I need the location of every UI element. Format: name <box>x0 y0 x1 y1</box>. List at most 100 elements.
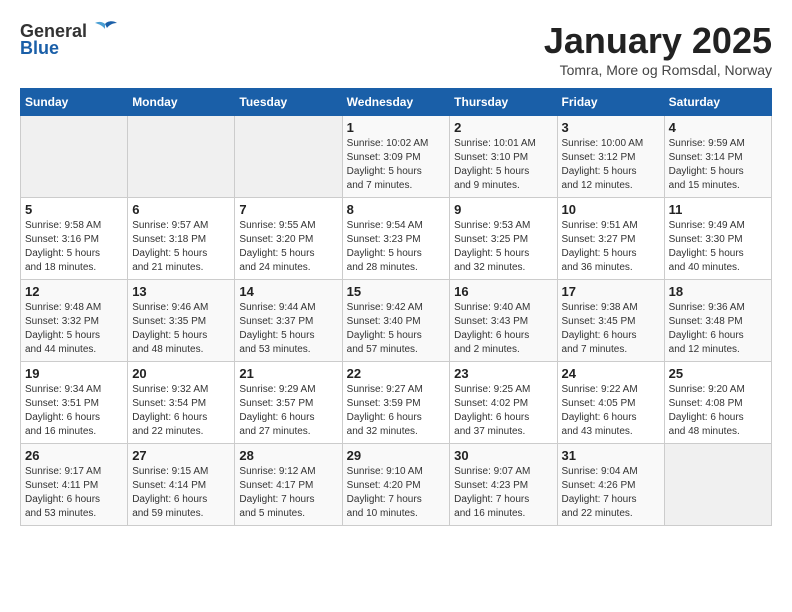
day-number: 18 <box>669 284 767 299</box>
day-number: 5 <box>25 202 123 217</box>
day-number: 15 <box>347 284 446 299</box>
month-title: January 2025 <box>544 20 772 62</box>
day-info: Sunrise: 9:40 AM Sunset: 3:43 PM Dayligh… <box>454 301 552 357</box>
day-number: 20 <box>132 366 230 381</box>
day-number: 28 <box>239 448 337 463</box>
day-info: Sunrise: 9:57 AM Sunset: 3:18 PM Dayligh… <box>132 219 230 275</box>
day-info: Sunrise: 9:48 AM Sunset: 3:32 PM Dayligh… <box>25 301 123 357</box>
day-number: 22 <box>347 366 446 381</box>
title-area: January 2025 Tomra, More og Romsdal, Nor… <box>544 20 772 78</box>
table-row: 19Sunrise: 9:34 AM Sunset: 3:51 PM Dayli… <box>21 362 128 444</box>
day-info: Sunrise: 9:10 AM Sunset: 4:20 PM Dayligh… <box>347 465 446 521</box>
table-row: 3Sunrise: 10:00 AM Sunset: 3:12 PM Dayli… <box>557 116 664 198</box>
day-number: 26 <box>25 448 123 463</box>
table-row: 31 Sunrise: 9:04 AM Sunset: 4:26 PM Dayli… <box>557 444 664 526</box>
day-info: Sunrise: 9:36 AM Sunset: 3:48 PM Dayligh… <box>669 301 767 357</box>
day-info: Sunrise: 9:53 AM Sunset: 3:25 PM Dayligh… <box>454 219 552 275</box>
table-row: 7 Sunrise: 9:55 AM Sunset: 3:20 PM Daylig… <box>235 198 342 280</box>
day-info: Sunrise: 9:59 AM Sunset: 3:14 PM Dayligh… <box>669 137 767 193</box>
table-row: 21Sunrise: 9:29 AM Sunset: 3:57 PM Dayli… <box>235 362 342 444</box>
day-info: Sunrise: 9:17 AM Sunset: 4:11 PM Dayligh… <box>25 465 123 521</box>
day-info: Sunrise: 9:22 AM Sunset: 4:05 PM Dayligh… <box>562 383 660 439</box>
logo-bird-icon <box>91 20 119 42</box>
day-info: Sunrise: 9:25 AM Sunset: 4:02 PM Dayligh… <box>454 383 552 439</box>
day-info: Sunrise: 9:42 AM Sunset: 3:40 PM Dayligh… <box>347 301 446 357</box>
table-row: 1 Sunrise: 10:02 AM Sunset: 3:09 PM Dayli… <box>342 116 450 198</box>
table-row: 2 Sunrise: 10:01 AM Sunset: 3:10 PM Dayli… <box>450 116 557 198</box>
header-tuesday: Tuesday <box>235 89 342 116</box>
table-row: 8Sunrise: 9:54 AM Sunset: 3:23 PM Daylig… <box>342 198 450 280</box>
table-row <box>21 116 128 198</box>
day-info: Sunrise: 9:04 AM Sunset: 4:26 PM Dayligh… <box>562 465 660 521</box>
table-row <box>235 116 342 198</box>
day-number: 4 <box>669 120 767 135</box>
day-info: Sunrise: 10:00 AM Sunset: 3:12 PM Daylig… <box>562 137 660 193</box>
table-row: 20 Sunrise: 9:32 AM Sunset: 3:54 PM Dayli… <box>128 362 235 444</box>
table-row: 24 Sunrise: 9:22 AM Sunset: 4:05 PM Dayli… <box>557 362 664 444</box>
table-row: 22 Sunrise: 9:27 AM Sunset: 3:59 PM Dayli… <box>342 362 450 444</box>
table-row: 9Sunrise: 9:53 AM Sunset: 3:25 PM Daylig… <box>450 198 557 280</box>
table-row: 11Sunrise: 9:49 AM Sunset: 3:30 PM Dayli… <box>664 198 771 280</box>
day-info: Sunrise: 9:32 AM Sunset: 3:54 PM Dayligh… <box>132 383 230 439</box>
calendar-week-row: 1 Sunrise: 10:02 AM Sunset: 3:09 PM Dayli… <box>21 116 772 198</box>
day-info: Sunrise: 9:55 AM Sunset: 3:20 PM Dayligh… <box>239 219 337 275</box>
day-info: Sunrise: 9:46 AM Sunset: 3:35 PM Dayligh… <box>132 301 230 357</box>
logo-blue: Blue <box>20 38 59 59</box>
day-number: 8 <box>347 202 446 217</box>
table-row: 13Sunrise: 9:46 AM Sunset: 3:35 PM Dayli… <box>128 280 235 362</box>
day-number: 21 <box>239 366 337 381</box>
table-row: 30 Sunrise: 9:07 AM Sunset: 4:23 PM Dayli… <box>450 444 557 526</box>
day-info: Sunrise: 9:49 AM Sunset: 3:30 PM Dayligh… <box>669 219 767 275</box>
day-number: 23 <box>454 366 552 381</box>
day-info: Sunrise: 9:51 AM Sunset: 3:27 PM Dayligh… <box>562 219 660 275</box>
calendar-week-row: 12 Sunrise: 9:48 AM Sunset: 3:32 PM Dayli… <box>21 280 772 362</box>
day-number: 30 <box>454 448 552 463</box>
day-info: Sunrise: 9:07 AM Sunset: 4:23 PM Dayligh… <box>454 465 552 521</box>
day-number: 7 <box>239 202 337 217</box>
table-row: 27Sunrise: 9:15 AM Sunset: 4:14 PM Dayli… <box>128 444 235 526</box>
day-number: 14 <box>239 284 337 299</box>
table-row: 29 Sunrise: 9:10 AM Sunset: 4:20 PM Dayli… <box>342 444 450 526</box>
day-number: 24 <box>562 366 660 381</box>
day-number: 1 <box>347 120 446 135</box>
header-sunday: Sunday <box>21 89 128 116</box>
table-row: 25Sunrise: 9:20 AM Sunset: 4:08 PM Dayli… <box>664 362 771 444</box>
header-monday: Monday <box>128 89 235 116</box>
location-subtitle: Tomra, More og Romsdal, Norway <box>544 62 772 78</box>
day-number: 10 <box>562 202 660 217</box>
day-number: 17 <box>562 284 660 299</box>
table-row: 4 Sunrise: 9:59 AM Sunset: 3:14 PM Daylig… <box>664 116 771 198</box>
table-row: 10 Sunrise: 9:51 AM Sunset: 3:27 PM Dayli… <box>557 198 664 280</box>
logo: General Blue <box>20 20 119 59</box>
page-header: General Blue January 2025 Tomra, More og… <box>20 20 772 78</box>
day-info: Sunrise: 9:15 AM Sunset: 4:14 PM Dayligh… <box>132 465 230 521</box>
day-number: 25 <box>669 366 767 381</box>
day-number: 6 <box>132 202 230 217</box>
day-info: Sunrise: 9:44 AM Sunset: 3:37 PM Dayligh… <box>239 301 337 357</box>
day-info: Sunrise: 9:38 AM Sunset: 3:45 PM Dayligh… <box>562 301 660 357</box>
table-row: 17 Sunrise: 9:38 AM Sunset: 3:45 PM Dayli… <box>557 280 664 362</box>
table-row: 12 Sunrise: 9:48 AM Sunset: 3:32 PM Dayli… <box>21 280 128 362</box>
day-number: 16 <box>454 284 552 299</box>
header-wednesday: Wednesday <box>342 89 450 116</box>
day-number: 29 <box>347 448 446 463</box>
table-row: 14 Sunrise: 9:44 AM Sunset: 3:37 PM Dayli… <box>235 280 342 362</box>
table-row: 18 Sunrise: 9:36 AM Sunset: 3:48 PM Dayli… <box>664 280 771 362</box>
calendar-week-row: 26 Sunrise: 9:17 AM Sunset: 4:11 PM Dayli… <box>21 444 772 526</box>
day-number: 2 <box>454 120 552 135</box>
day-info: Sunrise: 10:01 AM Sunset: 3:10 PM Daylig… <box>454 137 552 193</box>
table-row: 16 Sunrise: 9:40 AM Sunset: 3:43 PM Dayli… <box>450 280 557 362</box>
calendar-week-row: 19Sunrise: 9:34 AM Sunset: 3:51 PM Dayli… <box>21 362 772 444</box>
day-info: Sunrise: 9:27 AM Sunset: 3:59 PM Dayligh… <box>347 383 446 439</box>
day-info: Sunrise: 9:58 AM Sunset: 3:16 PM Dayligh… <box>25 219 123 275</box>
day-info: Sunrise: 10:02 AM Sunset: 3:09 PM Daylig… <box>347 137 446 193</box>
table-row: 28Sunrise: 9:12 AM Sunset: 4:17 PM Dayli… <box>235 444 342 526</box>
day-number: 12 <box>25 284 123 299</box>
header-thursday: Thursday <box>450 89 557 116</box>
calendar-week-row: 5 Sunrise: 9:58 AM Sunset: 3:16 PM Daylig… <box>21 198 772 280</box>
calendar-header-row: Sunday Monday Tuesday Wednesday Thursday… <box>21 89 772 116</box>
table-row <box>128 116 235 198</box>
header-saturday: Saturday <box>664 89 771 116</box>
day-number: 31 <box>562 448 660 463</box>
table-row: 15 Sunrise: 9:42 AM Sunset: 3:40 PM Dayli… <box>342 280 450 362</box>
